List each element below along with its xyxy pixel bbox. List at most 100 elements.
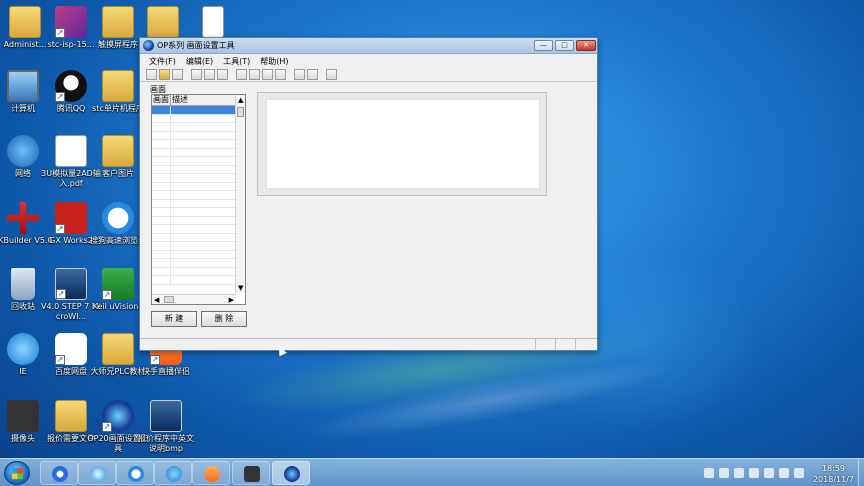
tray-shield-icon[interactable] <box>764 468 774 478</box>
stc-isp-icon: ↗ <box>55 6 87 38</box>
list-row[interactable] <box>152 199 245 208</box>
scroll-up-icon[interactable]: ▲ <box>238 96 243 104</box>
gx-works2-icon: ↗ <box>55 202 87 234</box>
desktop-icon-document[interactable] <box>182 6 244 40</box>
download-icon[interactable] <box>294 69 305 80</box>
list-row[interactable] <box>152 208 245 217</box>
paste-icon[interactable] <box>217 69 228 80</box>
shortcut-arrow-icon: ↗ <box>150 355 160 365</box>
column-header-screen[interactable]: 画面 <box>152 95 171 105</box>
op-screen-setting-window: OP系列 画面设置工具 — □ ✕ 文件(F) 编辑(E) 工具(T) 帮助(H… <box>139 37 598 351</box>
vertical-scrollbar[interactable]: ▲ ▼ <box>235 95 245 293</box>
desktop-icon-quotation-bmp[interactable]: 报价程序中英文说明bmp <box>135 400 197 454</box>
list-row[interactable] <box>152 225 245 234</box>
minimize-button[interactable]: — <box>534 40 553 51</box>
scroll-left-icon[interactable]: ◀ <box>154 296 159 304</box>
menu-help[interactable]: 帮助(H) <box>255 54 293 68</box>
delete-table-icon[interactable] <box>275 69 286 80</box>
list-row[interactable] <box>152 259 245 268</box>
list-row[interactable] <box>152 148 245 157</box>
maximize-button[interactable]: □ <box>555 40 574 51</box>
list-row[interactable] <box>152 106 245 115</box>
screen-preview-canvas[interactable] <box>266 99 540 189</box>
baidu-netdisk-icon: ↗ <box>55 333 87 365</box>
list-row[interactable] <box>152 174 245 183</box>
menu-tools[interactable]: 工具(T) <box>218 54 255 68</box>
sogou-icon <box>128 466 144 482</box>
folder-icon <box>9 6 41 38</box>
taskbar-clock[interactable]: 18:59 2018/11/7 <box>813 463 854 485</box>
column-header-description[interactable]: 描述 <box>171 95 237 105</box>
edit-table-icon[interactable] <box>262 69 273 80</box>
list-row[interactable] <box>152 140 245 149</box>
save-icon[interactable] <box>172 69 183 80</box>
app-globe-icon <box>143 40 154 51</box>
horizontal-scroll-thumb[interactable] <box>164 296 174 303</box>
tray-app-icon[interactable] <box>719 468 729 478</box>
menu-edit[interactable]: 编辑(E) <box>181 54 218 68</box>
shortcut-arrow-icon: ↗ <box>102 422 112 432</box>
list-row[interactable] <box>152 131 245 140</box>
horizontal-scrollbar[interactable]: ◀ ▶ <box>152 294 236 304</box>
taskbar-kuaishou[interactable] <box>192 461 230 485</box>
internet-explorer-icon <box>7 333 39 365</box>
taskbar-browser[interactable] <box>78 461 116 485</box>
bmp-program-icon <box>150 400 182 432</box>
insert-row-icon[interactable] <box>236 69 247 80</box>
internet-explorer-icon <box>166 466 182 482</box>
taskbar-sogou[interactable] <box>116 461 154 485</box>
screen-list[interactable]: 画面 描述 ▲ ▼ ◀ ▶ <box>151 94 246 305</box>
insert-col-icon[interactable] <box>249 69 260 80</box>
list-row[interactable] <box>152 216 245 225</box>
status-pane-2 <box>556 339 576 350</box>
tray-expand-icon[interactable] <box>704 468 714 478</box>
close-button[interactable]: ✕ <box>576 40 596 51</box>
taskbar-camera[interactable] <box>232 461 270 485</box>
help-icon[interactable] <box>326 69 337 80</box>
tray-network-icon[interactable] <box>779 468 789 478</box>
windows-logo-icon <box>12 468 23 479</box>
copy-icon[interactable] <box>204 69 215 80</box>
keil-uvision-icon: ↗ <box>102 268 134 300</box>
list-row[interactable] <box>152 114 245 123</box>
taskbar-baidu-netdisk[interactable] <box>40 461 78 485</box>
folder-icon <box>147 6 179 38</box>
tray-volume-icon[interactable] <box>794 468 804 478</box>
delete-screen-button[interactable]: 删 除 <box>201 311 247 327</box>
new-screen-button[interactable]: 新 建 <box>151 311 197 327</box>
start-button[interactable] <box>4 461 30 485</box>
tray-app-icon[interactable] <box>749 468 759 478</box>
upload-icon[interactable] <box>307 69 318 80</box>
open-folder-icon[interactable] <box>159 69 170 80</box>
scroll-right-icon[interactable]: ▶ <box>229 296 234 304</box>
show-desktop-button[interactable] <box>858 459 864 486</box>
list-row[interactable] <box>152 267 245 276</box>
list-row[interactable] <box>152 182 245 191</box>
window-title: OP系列 画面设置工具 <box>157 41 235 50</box>
list-row[interactable] <box>152 191 245 200</box>
tray-app-icon[interactable] <box>734 468 744 478</box>
menu-file[interactable]: 文件(F) <box>144 54 181 68</box>
window-titlebar[interactable]: OP系列 画面设置工具 — □ ✕ <box>140 38 597 54</box>
list-row[interactable] <box>152 242 245 251</box>
status-pane-1 <box>536 339 556 350</box>
step7-microwin-icon: ↗ <box>55 268 87 300</box>
list-row[interactable] <box>152 123 245 132</box>
qq-penguin-icon: ↗ <box>55 70 87 102</box>
list-row[interactable] <box>152 165 245 174</box>
list-row[interactable] <box>152 250 245 259</box>
cut-icon[interactable] <box>191 69 202 80</box>
new-file-icon[interactable] <box>146 69 157 80</box>
baidu-netdisk-icon <box>52 466 68 482</box>
scroll-down-icon[interactable]: ▼ <box>238 284 243 292</box>
computer-icon <box>7 70 39 102</box>
list-row[interactable] <box>152 276 245 285</box>
shortcut-arrow-icon: ↗ <box>56 289 66 299</box>
taskbar-ie[interactable] <box>154 461 192 485</box>
vertical-scroll-thumb[interactable] <box>237 107 244 117</box>
shortcut-arrow-icon: ↗ <box>55 28 65 38</box>
list-row[interactable] <box>152 233 245 242</box>
recycle-bin-icon <box>11 268 35 300</box>
taskbar-op-tool[interactable] <box>272 461 310 485</box>
list-row[interactable] <box>152 157 245 166</box>
